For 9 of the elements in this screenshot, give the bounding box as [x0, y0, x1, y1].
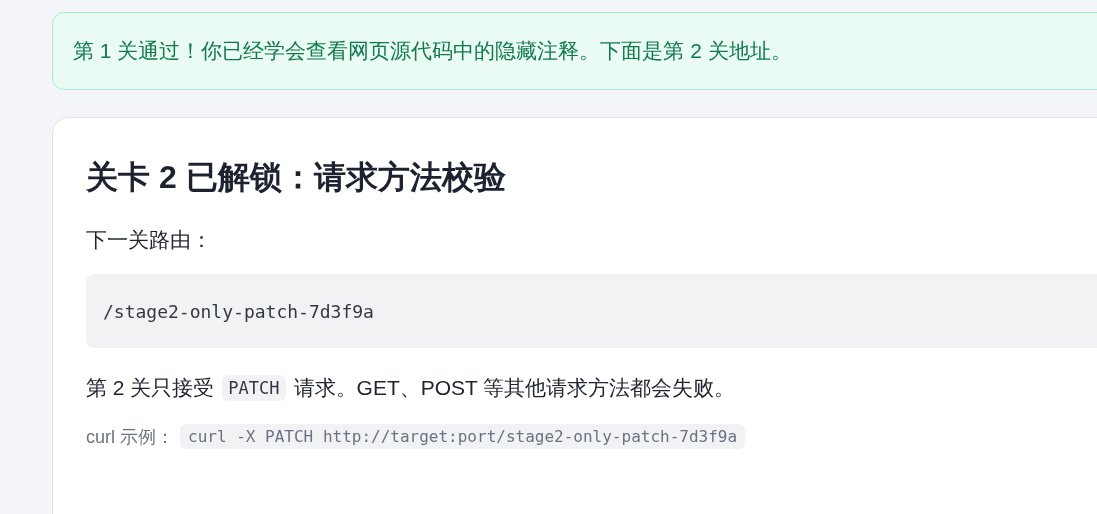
success-message: 第 1 关通过！你已经学会查看网页源代码中的隐藏注释。下面是第 2 关地址。	[73, 38, 792, 64]
inline-code: PATCH	[222, 375, 286, 401]
method-note-text: 请求。GET、POST 等其他请求方法都会失败。	[293, 375, 736, 401]
curl-command: curl -X PATCH http://target:port/stage2-only-patch-7d3f9a	[180, 424, 746, 449]
curl-label: curl 示例：	[86, 425, 174, 449]
route-path: /stage2-only-patch-7d3f9a	[103, 300, 374, 322]
method-note-text: 第 2 关只接受	[86, 375, 215, 401]
route-label: 下一关路由：	[86, 227, 212, 253]
card-title: 关卡 2 已解锁：请求方法校验	[86, 158, 506, 197]
